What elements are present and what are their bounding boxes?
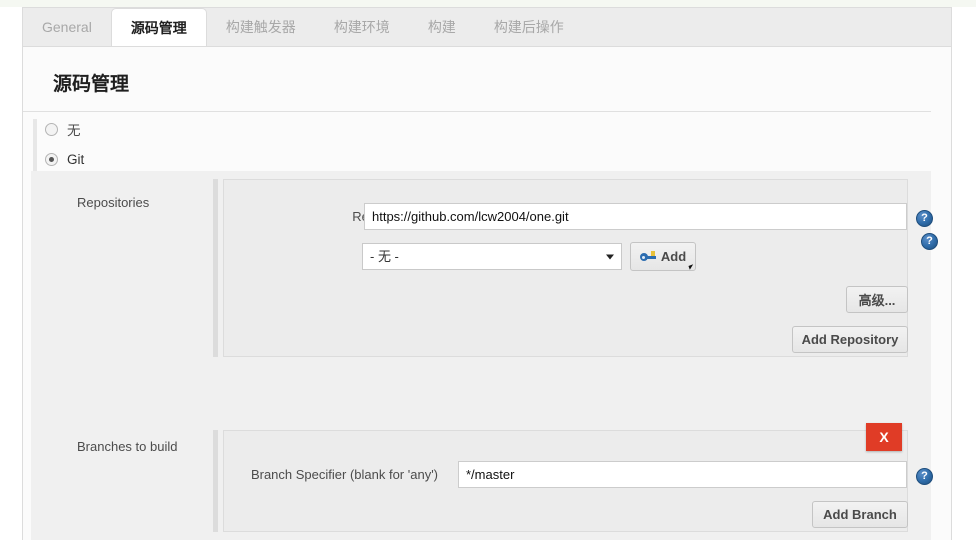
- tab-general[interactable]: General: [23, 8, 111, 46]
- repositories-panel: Repository URL Credentials - 无 - Add 高级.…: [223, 179, 933, 357]
- radio-none[interactable]: [45, 122, 58, 136]
- advanced-button[interactable]: 高级...: [846, 286, 908, 313]
- top-strip: [0, 0, 976, 7]
- tab-build-environment[interactable]: 构建环境: [315, 8, 409, 46]
- tab-scm[interactable]: 源码管理: [110, 8, 207, 47]
- credentials-select[interactable]: - 无 -: [362, 243, 622, 270]
- credentials-selected-value: - 无 -: [370, 249, 399, 264]
- delete-branch-button[interactable]: X: [866, 423, 902, 451]
- branch-specifier-input[interactable]: [458, 461, 907, 488]
- repository-url-help-icon[interactable]: ?: [916, 210, 933, 227]
- scm-option-none-label: 无: [67, 123, 81, 138]
- add-repository-button[interactable]: Add Repository: [792, 326, 908, 353]
- repository-url-input[interactable]: [364, 203, 907, 230]
- chevron-down-icon: [606, 254, 614, 259]
- branch-specifier-label: Branch Specifier (blank for 'any'): [250, 467, 438, 482]
- config-tab-bar: General 源码管理 构建触发器 构建环境 构建 构建后操作: [22, 7, 952, 47]
- repositories-help-icon[interactable]: ?: [921, 233, 938, 250]
- page-title: 源码管理: [53, 74, 130, 95]
- key-icon: [639, 251, 656, 262]
- tab-build-triggers[interactable]: 构建触发器: [207, 8, 315, 46]
- scm-option-git-label: Git: [67, 151, 85, 167]
- repositories-section-label: Repositories: [77, 195, 150, 210]
- scm-option-git[interactable]: Git: [45, 149, 84, 169]
- scm-option-none[interactable]: 无: [45, 119, 81, 139]
- jenkins-job-config-page: General 源码管理 构建触发器 构建环境 构建 构建后操作 源码管理 无 …: [0, 0, 976, 540]
- add-credentials-label: Add: [660, 249, 687, 264]
- config-content-panel: 源码管理 无 Git Repositories Repository URL: [22, 46, 952, 540]
- add-branch-button[interactable]: Add Branch: [812, 501, 908, 528]
- cursor-arrow-icon: [688, 264, 695, 270]
- branches-left-bar: [213, 430, 218, 532]
- repositories-left-bar: [213, 179, 218, 357]
- git-settings-body: Repositories Repository URL Credentials …: [31, 171, 938, 540]
- title-divider: [23, 111, 931, 112]
- branches-panel: Branch Specifier (blank for 'any') Add B…: [223, 423, 933, 532]
- branch-specifier-help-icon[interactable]: ?: [916, 468, 933, 485]
- radio-git[interactable]: [45, 152, 58, 166]
- add-credentials-button[interactable]: Add: [630, 242, 696, 271]
- branches-section-label: Branches to build: [77, 439, 178, 454]
- tab-build[interactable]: 构建: [409, 8, 475, 46]
- tab-post-build-actions[interactable]: 构建后操作: [475, 8, 583, 46]
